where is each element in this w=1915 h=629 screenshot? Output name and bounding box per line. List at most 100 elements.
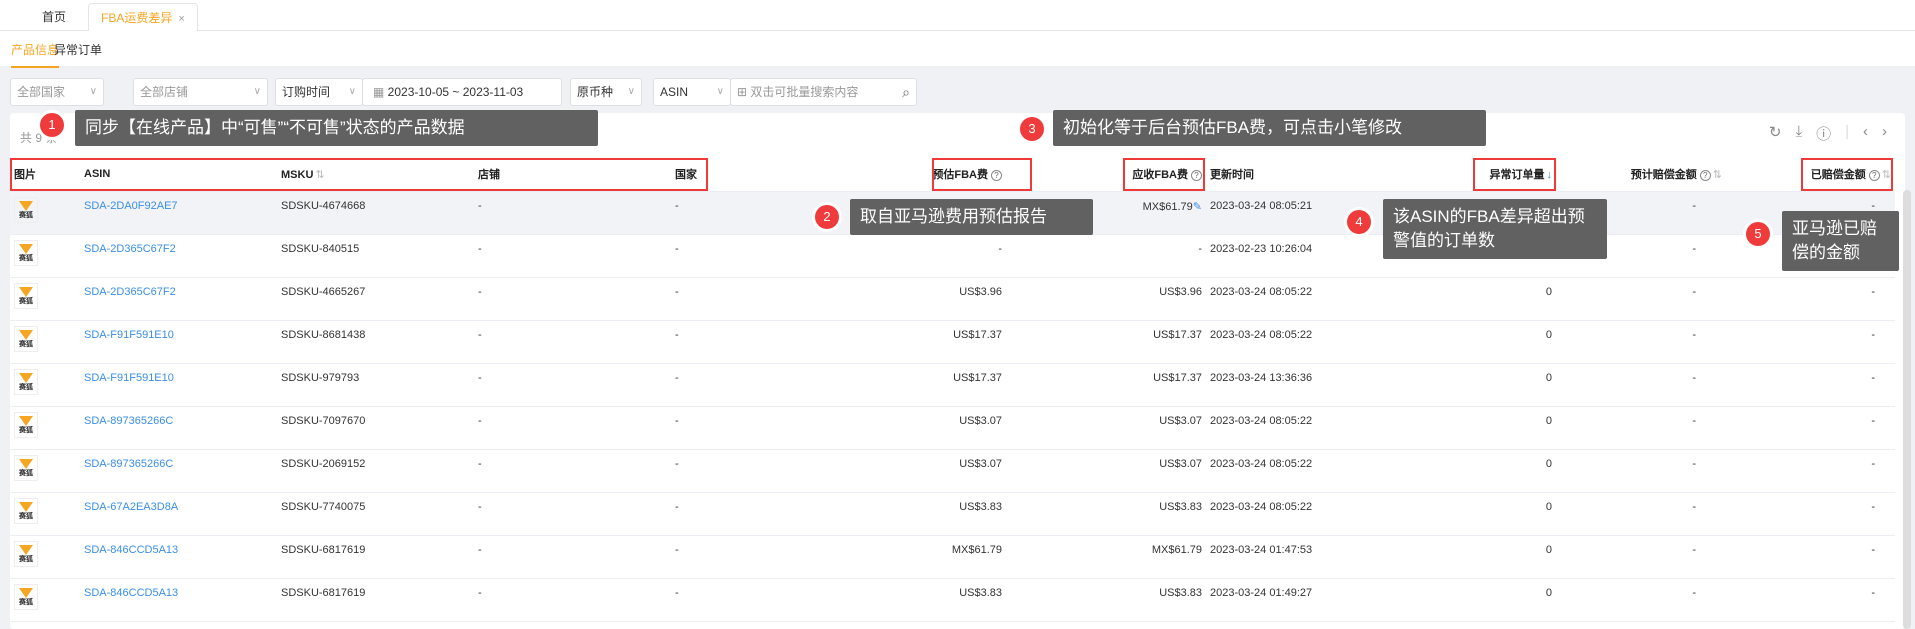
search-type-value: ASIN [660,85,689,99]
msku: SDSKU-840515 [277,234,474,278]
predicted-comp: - [1556,277,1726,321]
update-time: 2023-03-24 08:05:22 [1206,449,1406,493]
search-input[interactable]: ⊞ 双击可批量搜索内容 ⌕ [730,78,917,106]
product-image: 赛狐 [10,406,80,450]
sort-icon[interactable]: ⇅ [1713,169,1722,181]
table-row[interactable]: 赛狐 SDA-897365266C SDSKU-2069152 - - US$3… [10,449,1895,493]
country: - [671,191,791,235]
table-row[interactable]: 赛狐 SDA-2D365C67F2 SDSKU-840515 - - - - 2… [10,234,1895,278]
calendar-icon: ▦ [373,85,388,99]
asin-link[interactable]: SDA-897365266C [80,406,277,450]
abnormal-count: 0 [1406,406,1556,450]
abnormal-count: 0 [1406,320,1556,364]
callout-2: 取自亚马逊费用预估报告 [850,199,1093,235]
abnormal-count: 0 [1406,578,1556,622]
recv-fba-fee: US$3.07 [1006,449,1206,493]
product-image: 赛狐 [10,449,80,493]
recv-fba-fee: MX$61.79 [1006,535,1206,579]
shop: - [474,363,671,407]
table-row[interactable]: 赛狐 SDA-F91F591E10 SDSKU-979793 - - US$17… [10,363,1895,407]
next-icon[interactable]: › [1882,123,1887,144]
toolbar: ↻ ⤓ ⓘ | ‹ › [1769,123,1887,144]
date-range-picker[interactable]: ▦ 2023-10-05 ~ 2023-11-03 [362,78,562,106]
time-type-value: 订购时间 [282,85,331,99]
shop: - [474,535,671,579]
table-row[interactable]: 赛狐 SDA-846CCD5A13 SDSKU-6817619 - - MX$6… [10,535,1895,579]
product-image: 赛狐 [10,492,80,536]
table-row[interactable]: 赛狐 SDA-67A2EA3D8A SDSKU-7740075 - - US$3… [10,492,1895,536]
vertical-scrollbar[interactable] [1903,190,1911,629]
chevron-down-icon: ∨ [89,86,97,97]
est-fba-fee: US$3.83 [791,492,1006,536]
predicted-comp: - [1556,535,1726,579]
tab-bar: 首页 FBA运费差异 × [0,0,1915,32]
country: - [671,449,791,493]
asin-link[interactable]: SDA-F91F591E10 [80,363,277,407]
msku: SDSKU-6817619 [277,535,474,579]
asin-link[interactable]: SDA-2D365C67F2 [80,277,277,321]
msku: SDSKU-979793 [277,363,474,407]
help-icon[interactable]: ? [1699,170,1711,182]
tab-fba-diff[interactable]: FBA运费差异 × [88,3,198,32]
paid-comp: - [1726,277,1895,321]
table-row[interactable]: 赛狐 SDA-897365266C SDSKU-7097670 - - US$3… [10,406,1895,450]
help-icon[interactable]: ⓘ [1816,123,1831,144]
callout-1: 同步【在线产品】中“可售”“不可售”状态的产品数据 [75,110,598,146]
currency-select[interactable]: 原币种 ∨ [570,78,642,106]
tab-abnormal-orders[interactable]: 异常订单 [54,41,102,66]
time-type-select[interactable]: 订购时间 ∨ [275,78,363,106]
product-logo: 赛狐 [14,454,38,481]
country: - [671,363,791,407]
msku: SDSKU-7740075 [277,492,474,536]
update-time: 2023-03-24 01:49:27 [1206,578,1406,622]
product-logo: 赛狐 [14,368,38,395]
prev-icon[interactable]: ‹ [1863,123,1868,144]
country-select[interactable]: 全部国家 ∨ [10,78,104,106]
search-placeholder: 双击可批量搜索内容 [750,85,859,99]
asin-link[interactable]: SDA-846CCD5A13 [80,578,277,622]
asin-link[interactable]: SDA-846CCD5A13 [80,535,277,579]
country: - [671,320,791,364]
predicted-comp: - [1556,492,1726,536]
recv-fba-value: US$3.96 [1159,285,1202,298]
predicted-comp: - [1556,363,1726,407]
asin-link[interactable]: SDA-F91F591E10 [80,320,277,364]
country: - [671,234,791,278]
table-row[interactable]: 赛狐 SDA-2D365C67F2 SDSKU-4665267 - - US$3… [10,277,1895,321]
recv-fba-value: US$17.37 [1153,328,1202,341]
currency-value: 原币种 [577,85,614,99]
asin-link[interactable]: SDA-67A2EA3D8A [80,492,277,536]
refresh-icon[interactable]: ↻ [1769,123,1782,144]
table-row[interactable]: 赛狐 SDA-846CCD5A13 SDSKU-6817619 - - US$3… [10,578,1895,622]
predicted-comp: - [1556,406,1726,450]
product-logo: 赛狐 [14,325,38,352]
product-image: 赛狐 [10,277,80,321]
asin-link[interactable]: SDA-2DA0F92AE7 [80,191,277,235]
update-time: 2023-03-24 13:36:36 [1206,363,1406,407]
msku: SDSKU-6817619 [277,578,474,622]
callout-badge-1: 1 [40,113,64,137]
est-fba-fee: US$3.83 [791,578,1006,622]
edit-pencil-icon[interactable]: ✎ [1193,201,1202,213]
country: - [671,492,791,536]
tab-home[interactable]: 首页 [30,3,78,31]
asin-link[interactable]: SDA-897365266C [80,449,277,493]
close-icon[interactable]: × [178,13,184,25]
paid-comp: - [1726,320,1895,364]
product-logo: 赛狐 [14,497,38,524]
table-row[interactable]: 赛狐 SDA-F91F591E10 SDSKU-8681438 - - US$1… [10,320,1895,364]
tab-product-info[interactable]: 产品信息 [11,41,60,68]
recv-fba-fee: US$3.83 [1006,578,1206,622]
product-logo: 赛狐 [14,239,38,266]
recv-fba-fee: US$3.96 [1006,277,1206,321]
shop-select[interactable]: 全部店铺 ∨ [133,78,268,106]
recv-fba-value: US$3.83 [1159,586,1202,599]
country-value: 全部国家 [17,85,66,99]
abnormal-count: 0 [1406,535,1556,579]
download-icon[interactable]: ⤓ [1795,123,1802,144]
callout-badge-3: 3 [1020,117,1044,141]
recv-fba-value: US$3.07 [1159,457,1202,470]
search-type-select[interactable]: ASIN ∨ [653,78,731,106]
asin-link[interactable]: SDA-2D365C67F2 [80,234,277,278]
search-icon[interactable]: ⌕ [902,79,910,105]
